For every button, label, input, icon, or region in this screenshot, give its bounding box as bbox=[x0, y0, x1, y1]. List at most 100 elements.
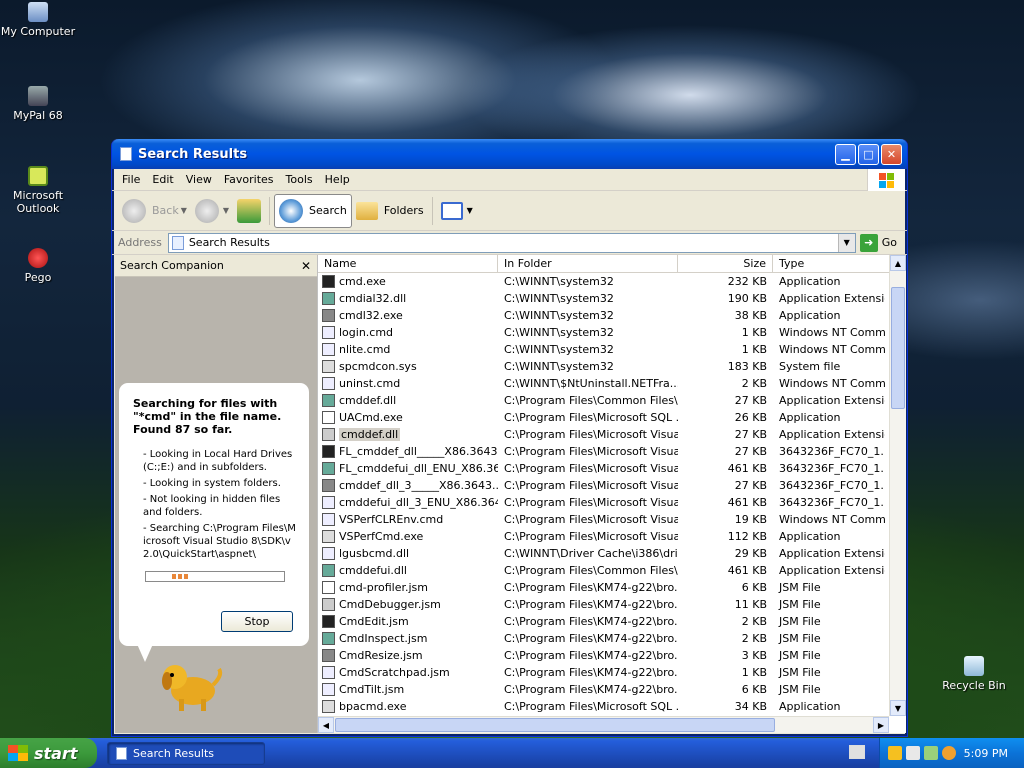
table-row[interactable]: VSPerfCLREnv.cmd C:\Program Files\Microso… bbox=[318, 511, 889, 528]
back-button[interactable]: Back ▼ bbox=[118, 194, 191, 228]
menu-favorites[interactable]: Favorites bbox=[218, 171, 280, 188]
file-name-cell[interactable]: cmd.exe bbox=[318, 275, 498, 288]
chevron-down-icon[interactable]: ▼ bbox=[837, 233, 855, 252]
table-row[interactable]: CmdInspect.jsm C:\Program Files\KM74-g22\… bbox=[318, 630, 889, 647]
table-row[interactable]: cmddef_dll_3_____X86.3643... C:\Program F… bbox=[318, 477, 889, 494]
file-name-cell[interactable]: CmdResize.jsm bbox=[318, 649, 498, 662]
menu-view[interactable]: View bbox=[180, 171, 218, 188]
table-row[interactable]: FL_cmddef_dll_____X86.3643... C:\Program … bbox=[318, 443, 889, 460]
desktop-icon-my-computer[interactable]: My Computer bbox=[0, 2, 76, 38]
address-input[interactable]: Search Results ▼ bbox=[167, 232, 856, 253]
scroll-right-icon[interactable]: ▶ bbox=[873, 717, 889, 733]
minimize-button[interactable]: ▁ bbox=[835, 143, 856, 165]
file-name-cell[interactable]: cmddef.dll bbox=[318, 394, 498, 407]
file-name-cell[interactable]: cmdial32.dll bbox=[318, 292, 498, 305]
column-header-size[interactable]: Size bbox=[678, 255, 773, 272]
file-name-cell[interactable]: UACmd.exe bbox=[318, 411, 498, 424]
close-icon[interactable]: ✕ bbox=[301, 259, 311, 273]
file-name-cell[interactable]: cmdl32.exe bbox=[318, 309, 498, 322]
file-name-cell[interactable]: VSPerfCLREnv.cmd bbox=[318, 513, 498, 526]
table-row[interactable]: CmdResize.jsm C:\Program Files\KM74-g22\b… bbox=[318, 647, 889, 664]
forward-button[interactable]: ▼ bbox=[191, 194, 233, 228]
table-row[interactable]: cmddefui.dll C:\Program Files\Common File… bbox=[318, 562, 889, 579]
vertical-scrollbar[interactable]: ▲ ▼ bbox=[889, 255, 906, 716]
search-tray-icon[interactable] bbox=[942, 746, 956, 760]
file-name-cell[interactable]: login.cmd bbox=[318, 326, 498, 339]
file-name-cell[interactable]: CmdScratchpad.jsm bbox=[318, 666, 498, 679]
table-row[interactable]: CmdTilt.jsm C:\Program Files\KM74-g22\bro… bbox=[318, 681, 889, 698]
file-icon bbox=[322, 513, 335, 526]
table-row[interactable]: cmd.exe C:\WINNT\system32 232 KB Applicatio… bbox=[318, 273, 889, 290]
table-row[interactable]: FL_cmddefui_dll_ENU_X86.36... C:\Program … bbox=[318, 460, 889, 477]
table-row[interactable]: cmddef.dll C:\Program Files\Common Files\… bbox=[318, 392, 889, 409]
security-shield-icon[interactable] bbox=[888, 746, 902, 760]
table-row[interactable]: spcmdcon.sys C:\WINNT\system32 183 KB Syste… bbox=[318, 358, 889, 375]
table-row[interactable]: nlite.cmd C:\WINNT\system32 1 KB Windows NT… bbox=[318, 341, 889, 358]
file-name-cell[interactable]: cmd-profiler.jsm bbox=[318, 581, 498, 594]
menu-tools[interactable]: Tools bbox=[280, 171, 319, 188]
file-name-cell[interactable]: CmdEdit.jsm bbox=[318, 615, 498, 628]
desktop-icon-recycle-bin[interactable]: Recycle Bin bbox=[936, 656, 1012, 692]
views-button[interactable]: ▼ bbox=[437, 194, 477, 228]
app-tray-icon[interactable] bbox=[906, 746, 920, 760]
file-name-cell[interactable]: lgusbcmd.dll bbox=[318, 547, 498, 560]
file-name-cell[interactable]: VSPerfCmd.exe bbox=[318, 530, 498, 543]
table-row[interactable]: CmdScratchpad.jsm C:\Program Files\KM74-g… bbox=[318, 664, 889, 681]
table-row[interactable]: CmdDebugger.jsm C:\Program Files\KM74-g22… bbox=[318, 596, 889, 613]
table-row[interactable]: lgusbcmd.dll C:\WINNT\Driver Cache\i386\d… bbox=[318, 545, 889, 562]
table-row[interactable]: UACmd.exe C:\Program Files\Microsoft SQL … bbox=[318, 409, 889, 426]
table-row[interactable]: login.cmd C:\WINNT\system32 1 KB Windows NT… bbox=[318, 324, 889, 341]
file-name-cell[interactable]: CmdDebugger.jsm bbox=[318, 598, 498, 611]
keyboard-icon[interactable] bbox=[849, 745, 865, 759]
scroll-left-icon[interactable]: ◀ bbox=[318, 717, 334, 733]
network-icon[interactable] bbox=[924, 746, 938, 760]
menu-edit[interactable]: Edit bbox=[146, 171, 179, 188]
scroll-up-icon[interactable]: ▲ bbox=[890, 255, 906, 271]
desktop-icon-pego[interactable]: Pego bbox=[0, 248, 76, 284]
table-row[interactable]: cmddefui_dll_3_ENU_X86.364... C:\Program … bbox=[318, 494, 889, 511]
stop-button[interactable]: Stop bbox=[221, 611, 293, 632]
taskbar-item-search-results[interactable]: Search Results bbox=[107, 741, 265, 765]
close-button[interactable]: ✕ bbox=[881, 143, 902, 165]
maximize-button[interactable]: □ bbox=[858, 143, 879, 165]
up-folder-button[interactable] bbox=[233, 194, 265, 228]
column-header-type[interactable]: Type bbox=[773, 255, 885, 272]
table-row[interactable]: VSPerfCmd.exe C:\Program Files\Microsoft … bbox=[318, 528, 889, 545]
table-row[interactable]: CmdEdit.jsm C:\Program Files\KM74-g22\bro… bbox=[318, 613, 889, 630]
file-name-cell[interactable]: FL_cmddefui_dll_ENU_X86.36... bbox=[318, 462, 498, 475]
desktop-icon-mypal[interactable]: MyPal 68 bbox=[0, 86, 76, 122]
menu-help[interactable]: Help bbox=[319, 171, 356, 188]
file-name-cell[interactable]: nlite.cmd bbox=[318, 343, 498, 356]
go-button[interactable]: ➜ Go bbox=[859, 233, 897, 252]
horizontal-scroll-thumb[interactable] bbox=[335, 718, 775, 732]
clock[interactable]: 5:09 PM bbox=[964, 747, 1008, 760]
title-bar[interactable]: Search Results ▁ □ ✕ bbox=[112, 139, 907, 169]
file-name-cell[interactable]: cmddefui_dll_3_ENU_X86.364... bbox=[318, 496, 498, 509]
scroll-down-icon[interactable]: ▼ bbox=[890, 700, 906, 716]
desktop-icon-outlook[interactable]: Microsoft Outlook bbox=[0, 166, 76, 215]
file-icon bbox=[322, 598, 335, 611]
file-name-cell[interactable]: CmdInspect.jsm bbox=[318, 632, 498, 645]
file-name-cell[interactable]: cmddefui.dll bbox=[318, 564, 498, 577]
column-header-name[interactable]: Name bbox=[318, 255, 498, 272]
file-name-cell[interactable]: cmddef.dll bbox=[318, 428, 498, 441]
search-button[interactable]: Search bbox=[274, 193, 352, 228]
table-row[interactable]: bpacmd.exe C:\Program Files\Microsoft SQL… bbox=[318, 698, 889, 715]
vertical-scroll-thumb[interactable] bbox=[891, 287, 905, 409]
file-name-cell[interactable]: uninst.cmd bbox=[318, 377, 498, 390]
file-name-cell[interactable]: bpacmd.exe bbox=[318, 700, 498, 713]
column-header-folder[interactable]: In Folder bbox=[498, 255, 678, 272]
folders-button[interactable]: Folders bbox=[352, 194, 428, 228]
start-button[interactable]: start bbox=[0, 738, 97, 768]
table-row[interactable]: uninst.cmd C:\WINNT\$NtUninstall.NETFra..… bbox=[318, 375, 889, 392]
file-name-cell[interactable]: FL_cmddef_dll_____X86.3643... bbox=[318, 445, 498, 458]
menu-file[interactable]: File bbox=[116, 171, 146, 188]
table-row[interactable]: cmd-profiler.jsm C:\Program Files\KM74-g2… bbox=[318, 579, 889, 596]
table-row[interactable]: cmddef.dll C:\Program Files\Microsoft Vis… bbox=[318, 426, 889, 443]
file-name-cell[interactable]: cmddef_dll_3_____X86.3643... bbox=[318, 479, 498, 492]
file-name-cell[interactable]: CmdTilt.jsm bbox=[318, 683, 498, 696]
table-row[interactable]: cmdial32.dll C:\WINNT\system32 190 KB Appli… bbox=[318, 290, 889, 307]
file-name-cell[interactable]: spcmdcon.sys bbox=[318, 360, 498, 373]
horizontal-scrollbar[interactable]: ◀ ▶ bbox=[318, 716, 889, 733]
table-row[interactable]: cmdl32.exe C:\WINNT\system32 38 KB Applicat… bbox=[318, 307, 889, 324]
